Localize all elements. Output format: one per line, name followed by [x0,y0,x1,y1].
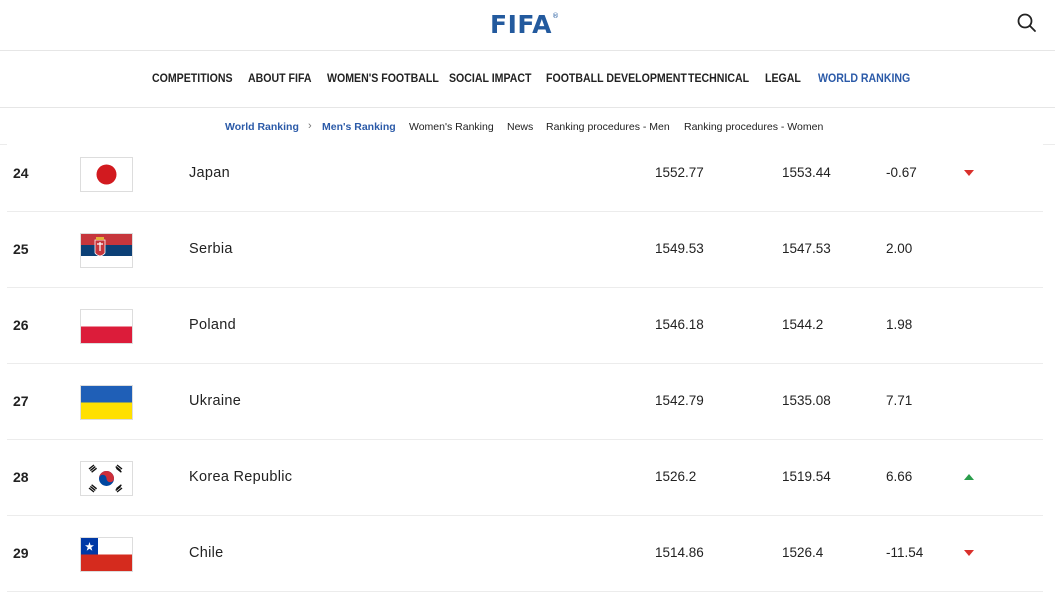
rank-value: 29 [13,545,29,561]
total-points: 1552.77 [655,165,704,180]
points-change: 6.66 [886,469,913,484]
nav-item-womens-football[interactable]: WOMEN'S FOOTBALL [327,73,439,85]
previous-points: 1519.54 [782,469,831,484]
table-row[interactable]: 26 Poland 1546.18 1544.2 1.98 [7,288,1043,364]
table-row[interactable]: 28 Korea Republic 1526.2 1519.54 6.66 [7,440,1043,516]
nav-item-social-impact[interactable]: SOCIAL IMPACT [449,73,531,85]
korea-republic-flag-icon [80,461,133,496]
rank-value: 24 [13,165,29,181]
subnav-link-procedures-men[interactable]: Ranking procedures - Men [546,121,670,133]
total-points: 1549.53 [655,241,704,256]
search-icon[interactable] [1016,12,1038,34]
previous-points: 1535.08 [782,393,831,408]
team-name[interactable]: Ukraine [189,393,241,409]
total-points: 1514.86 [655,545,704,560]
breadcrumb-mens-ranking[interactable]: Men's Ranking [322,121,396,133]
total-points: 1526.2 [655,469,697,484]
points-change: 7.71 [886,393,913,408]
logo-text: FIFA [490,10,552,39]
nav-item-about-fifa[interactable]: ABOUT FIFA [248,73,311,85]
team-name[interactable]: Poland [189,317,236,333]
team-name[interactable]: Japan [189,165,230,181]
previous-points: 1553.44 [782,165,831,180]
subnav-link-procedures-women[interactable]: Ranking procedures - Women [684,121,823,133]
total-points: 1546.18 [655,317,704,332]
chile-flag-icon [80,537,133,572]
subnav-link-news[interactable]: News [507,121,533,133]
table-row[interactable]: 24 Japan 1552.77 1553.44 -0.67 [7,136,1043,212]
trend-down-icon [964,170,974,176]
total-points: 1542.79 [655,393,704,408]
serbia-flag-icon [80,233,133,268]
table-row[interactable]: 25 Serbia 1549.53 1547.53 2.00 [7,212,1043,288]
breadcrumb-world-ranking[interactable]: World Ranking [225,121,299,133]
rank-value: 28 [13,469,29,485]
rank-value: 26 [13,317,29,333]
nav-item-legal[interactable]: LEGAL [765,73,801,85]
logo-registered-mark: ® [551,12,560,20]
points-change: -11.54 [886,545,924,560]
rank-value: 27 [13,393,29,409]
table-row[interactable]: 27 Ukraine 1542.79 1535.08 7.71 [7,364,1043,440]
poland-flag-icon [80,309,133,344]
nav-item-world-ranking[interactable]: WORLD RANKING [818,73,910,85]
previous-points: 1544.2 [782,317,824,332]
main-navigation: COMPETITIONS ABOUT FIFA WOMEN'S FOOTBALL… [0,52,1055,108]
trend-down-icon [964,550,974,556]
nav-item-competitions[interactable]: COMPETITIONS [152,73,233,85]
subnav-link-womens-ranking[interactable]: Women's Ranking [409,121,494,133]
previous-points: 1526.4 [782,545,824,560]
ukraine-flag-icon [80,385,133,420]
fifa-logo[interactable]: FIFA® [490,10,559,39]
previous-points: 1547.53 [782,241,831,256]
top-bar: FIFA® [0,0,1055,51]
trend-up-icon [964,474,974,480]
points-change: -0.67 [886,165,917,180]
nav-item-technical[interactable]: TECHNICAL [688,73,749,85]
points-change: 2.00 [886,241,913,256]
team-name[interactable]: Serbia [189,241,233,257]
nav-item-football-development[interactable]: FOOTBALL DEVELOPMENT [546,73,687,85]
points-change: 1.98 [886,317,913,332]
team-name[interactable]: Chile [189,545,224,561]
chevron-right-icon: › [308,120,312,132]
team-name[interactable]: Korea Republic [189,469,292,485]
table-row[interactable]: 29 Chile 1514.86 1526.4 -11.54 [7,516,1043,592]
japan-flag-icon [80,157,133,192]
rank-value: 25 [13,241,29,257]
